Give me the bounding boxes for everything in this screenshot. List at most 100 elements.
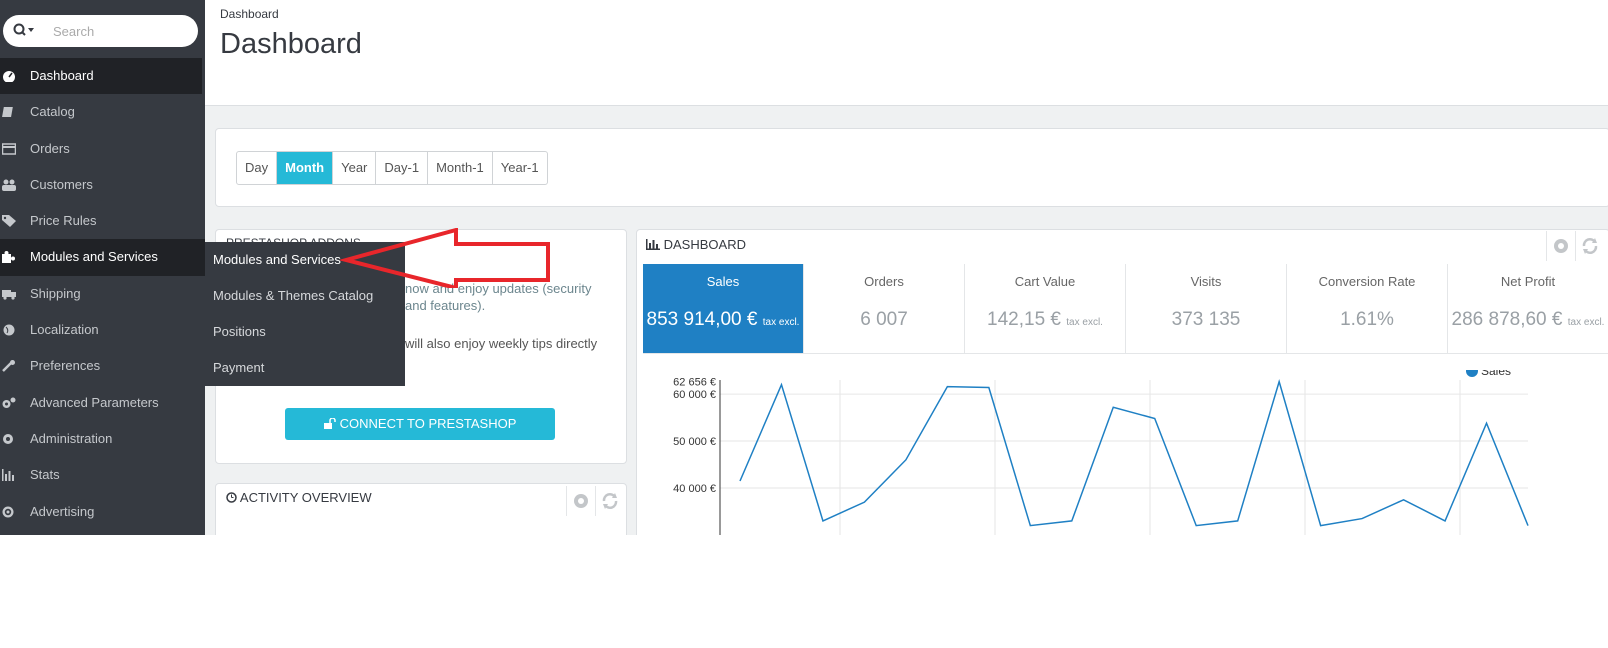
sidebar-item-preferences[interactable]: Preferences	[0, 348, 205, 384]
activity-refresh-button[interactable]	[595, 486, 624, 516]
dashboard-title: DASHBOARD	[663, 237, 746, 252]
sidebar-item-customers[interactable]: Customers	[0, 167, 205, 203]
book-icon	[2, 107, 13, 118]
legend-label-sales: Sales	[1481, 370, 1511, 378]
submenu-item-payment[interactable]: Payment	[205, 350, 405, 386]
kpi-value-text: 286 878,60 €	[1451, 309, 1563, 330]
kpi-value: 142,15 € tax excl.	[965, 309, 1125, 331]
sidebar-item-label: Stats	[30, 467, 60, 483]
y-tick-label: 62 656 €	[673, 377, 716, 389]
sidebar-item-label: Customers	[30, 176, 93, 192]
sidebar-item-label: Dashboard	[30, 68, 94, 83]
kpi-value-text: 373 135	[1171, 309, 1241, 330]
kpi-value: 373 135	[1126, 309, 1286, 331]
sidebar-item-stats[interactable]: Stats	[0, 457, 205, 493]
truck-icon	[2, 289, 16, 300]
gear-icon	[1554, 239, 1568, 253]
kpi-orders[interactable]: Orders 6 007	[804, 264, 965, 353]
sidebar-item-advertising[interactable]: Advertising	[0, 494, 205, 530]
y-tick-label: 50 000 €	[673, 436, 716, 448]
sidebar-item-label: Catalog	[30, 104, 75, 120]
period-year-1-button[interactable]: Year-1	[493, 152, 547, 184]
period-selector: Day Month Year Day-1 Month-1 Year-1	[236, 151, 548, 185]
kpi-label: Net Profit	[1500, 274, 1556, 289]
kpi-value-text: 6 007	[860, 309, 908, 330]
period-year-button[interactable]: Year	[333, 152, 377, 184]
kpi-value: 853 914,00 € tax excl.	[643, 309, 803, 331]
gear-icon	[3, 433, 13, 444]
legend-marker	[1466, 370, 1478, 377]
sidebar-item-modules[interactable]: Modules and Services	[0, 239, 205, 276]
users-icon	[2, 179, 16, 191]
y-tick-label: 60 000 €	[673, 389, 716, 401]
sidebar-item-label: Advertising	[30, 503, 95, 519]
series-line-sales	[739, 378, 1529, 527]
kpi-suffix: tax excl.	[1567, 317, 1605, 328]
sidebar-item-label: Price Rules	[30, 213, 97, 229]
refresh-icon	[1582, 238, 1598, 254]
bullseye-icon	[2, 506, 14, 518]
kpi-sales[interactable]: Sales 853 914,00 € tax excl.	[643, 264, 804, 353]
kpi-value: 1.61%	[1287, 309, 1447, 331]
activity-config-button[interactable]	[566, 486, 595, 516]
dashboard-refresh-button[interactable]	[1575, 231, 1604, 261]
globe-icon	[3, 324, 15, 336]
search-box[interactable]: Search	[3, 15, 198, 47]
kpi-visits[interactable]: Visits 373 135	[1126, 264, 1287, 353]
search-input[interactable]: Search	[53, 24, 94, 39]
kpi-row: Sales 853 914,00 € tax excl. Orders 6 00…	[643, 264, 1608, 354]
dashboard-icon	[3, 71, 15, 82]
kpi-suffix: tax excl.	[762, 317, 800, 328]
kpi-value-text: 142,15 €	[987, 309, 1061, 330]
sidebar-item-label: Shipping	[30, 285, 81, 301]
kpi-conversion-rate[interactable]: Conversion Rate 1.61%	[1287, 264, 1448, 353]
dashboard-config-button[interactable]	[1546, 231, 1575, 261]
kpi-label: Orders	[864, 274, 904, 289]
sidebar-item-catalog[interactable]: Catalog	[0, 94, 205, 130]
sidebar-item-label: Advanced Parameters	[30, 394, 159, 410]
breadcrumb[interactable]: Dashboard	[220, 7, 279, 21]
submenu-item-positions[interactable]: Positions	[205, 314, 405, 350]
annotation-arrow	[340, 228, 550, 288]
kpi-label: Sales	[706, 274, 740, 289]
bar-chart-icon	[646, 239, 660, 250]
sidebar-item-administration[interactable]: Administration	[0, 421, 205, 457]
unlock-icon	[323, 417, 336, 429]
wrench-icon	[2, 360, 15, 373]
page-title: Dashboard	[220, 28, 362, 60]
sidebar: Search Dashboard Catalog Orders Customer…	[0, 0, 205, 535]
kpi-value-text: 1.61%	[1340, 309, 1394, 330]
sidebar-item-label: Preferences	[30, 358, 101, 374]
period-month-button[interactable]: Month	[277, 152, 334, 184]
kpi-label: Conversion Rate	[1318, 274, 1416, 289]
kpi-value: 6 007	[804, 309, 964, 331]
sidebar-item-advanced-parameters[interactable]: Advanced Parameters	[0, 385, 205, 421]
kpi-net-profit[interactable]: Net Profit 286 878,60 € tax excl.	[1448, 264, 1608, 353]
sidebar-item-label: Orders	[30, 140, 70, 156]
credit-card-icon	[2, 142, 16, 155]
gear-icon	[574, 494, 588, 508]
kpi-label: Cart Value	[1014, 274, 1076, 289]
connect-marketplace-button[interactable]: CONNECT TO PRESTASHOP MARKETPLACE	[285, 408, 555, 463]
puzzle-icon	[2, 251, 15, 264]
period-day-button[interactable]: Day	[237, 152, 278, 184]
y-tick-label: 40 000 €	[673, 483, 716, 495]
sidebar-item-price-rules[interactable]: Price Rules	[0, 203, 205, 239]
kpi-suffix: tax excl.	[1066, 317, 1103, 328]
search-icon[interactable]	[13, 22, 35, 40]
activity-heading: ACTIVITY OVERVIEW	[226, 490, 372, 505]
dashboard-heading: DASHBOARD	[646, 237, 746, 252]
tags-icon	[2, 215, 16, 228]
sidebar-item-shipping[interactable]: Shipping	[0, 276, 205, 312]
refresh-icon	[602, 493, 618, 509]
period-day-1-button[interactable]: Day-1	[376, 152, 429, 184]
sidebar-item-dashboard[interactable]: Dashboard	[0, 58, 202, 95]
sidebar-item-localization[interactable]: Localization	[0, 312, 205, 348]
kpi-cart-value[interactable]: Cart Value 142,15 € tax excl.	[965, 264, 1126, 353]
gears-icon	[2, 397, 16, 408]
kpi-value: 286 878,60 € tax excl.	[1448, 309, 1608, 331]
period-month-1-button[interactable]: Month-1	[428, 152, 493, 184]
sales-line-chart: 40 000 € 50 000 € 60 000 €62 656 € Sales	[673, 370, 1529, 535]
sidebar-item-orders[interactable]: Orders	[0, 131, 205, 167]
kpi-label: Visits	[1190, 274, 1222, 289]
